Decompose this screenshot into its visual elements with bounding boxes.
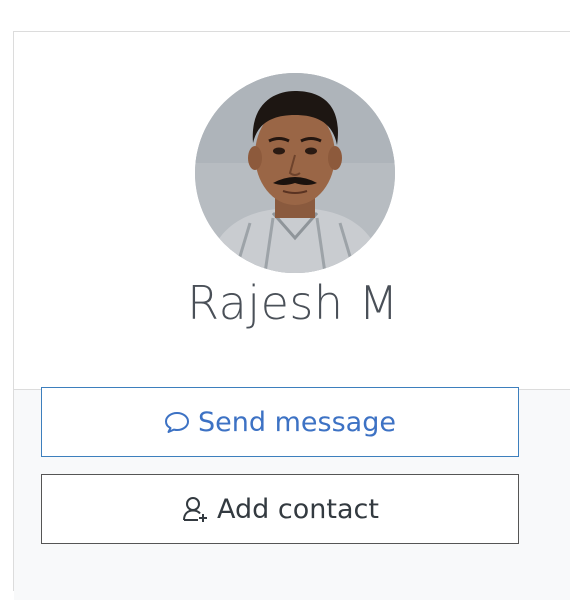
send-message-button[interactable]: Send message	[41, 387, 519, 457]
profile-name: Rajesh M	[187, 276, 399, 330]
profile-header: Rajesh M	[14, 32, 570, 390]
speech-bubble-icon	[164, 410, 190, 434]
avatar-photo	[195, 73, 395, 273]
add-contact-button[interactable]: Add contact	[41, 474, 519, 544]
send-message-label: Send message	[198, 406, 396, 438]
add-contact-label: Add contact	[217, 493, 379, 525]
user-add-icon	[181, 495, 209, 523]
avatar	[195, 73, 395, 273]
